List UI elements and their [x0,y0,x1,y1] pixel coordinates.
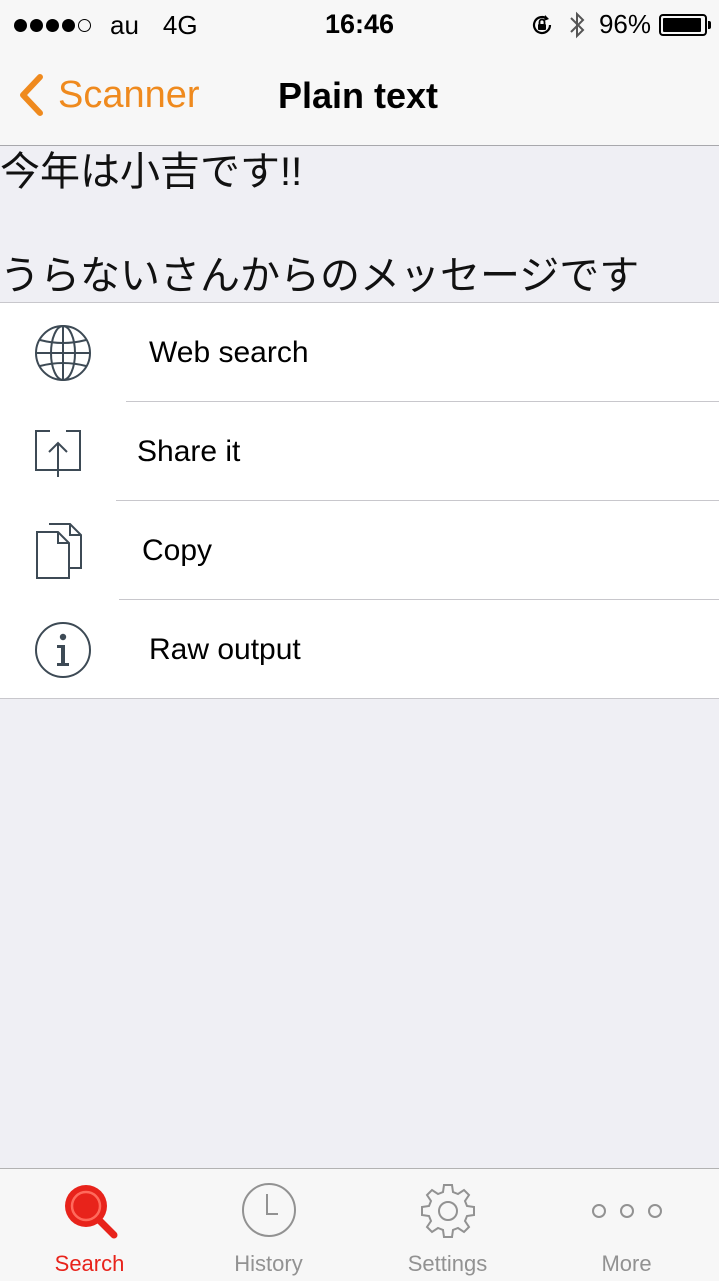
search-icon [0,1181,179,1241]
web-search-row[interactable]: Web search [0,303,719,402]
copy-icon [0,501,121,600]
share-row[interactable]: Share it [0,402,719,501]
recognized-text: 今年は小吉です!! うらないさんからのメッセージです [0,146,719,302]
battery-icon [659,13,711,36]
copy-row[interactable]: Copy [0,501,719,600]
status-right: 96% [529,9,711,40]
copy-label: Copy [142,534,213,567]
more-icon [537,1199,716,1223]
tab-search-label: Search [54,1251,125,1276]
tab-bar: Search History Settings More [0,1168,719,1281]
tab-history-label: History [234,1251,303,1276]
tab-settings-label: Settings [407,1251,488,1276]
raw-output-row[interactable]: Raw output [0,600,719,699]
tab-search[interactable]: Search [0,1169,179,1281]
clock-icon [179,1181,358,1239]
tab-more-label: More [601,1251,652,1276]
web-search-label: Web search [149,336,309,369]
raw-output-label: Raw output [149,633,301,666]
share-icon [0,402,116,501]
gear-icon [358,1181,537,1241]
page-title: Plain text [278,75,439,116]
back-button-label: Scanner [58,73,200,116]
share-label: Share it [137,435,241,468]
tab-more[interactable]: More [537,1169,716,1281]
battery-level-fill [663,17,702,32]
globe-icon [0,303,126,402]
battery-percentage: 96% [598,9,651,39]
recognized-text-line [0,198,719,250]
status-bar: au 4G 16:46 96% [0,0,719,48]
action-list: Web search Share it Copy Raw output [0,302,719,699]
navigation-bar: Scanner Plain text [0,48,719,146]
tab-history[interactable]: History [179,1169,358,1281]
bluetooth-icon [569,10,585,40]
recognized-text-line: 今年は小吉です!! [0,150,303,194]
tab-settings[interactable]: Settings [358,1169,537,1281]
chevron-left-icon [20,74,43,116]
rotation-lock-icon [529,12,555,38]
recognized-text-line: うらないさんからのメッセージです [0,254,640,298]
back-button[interactable]: Scanner [16,72,200,118]
info-icon [0,600,126,699]
